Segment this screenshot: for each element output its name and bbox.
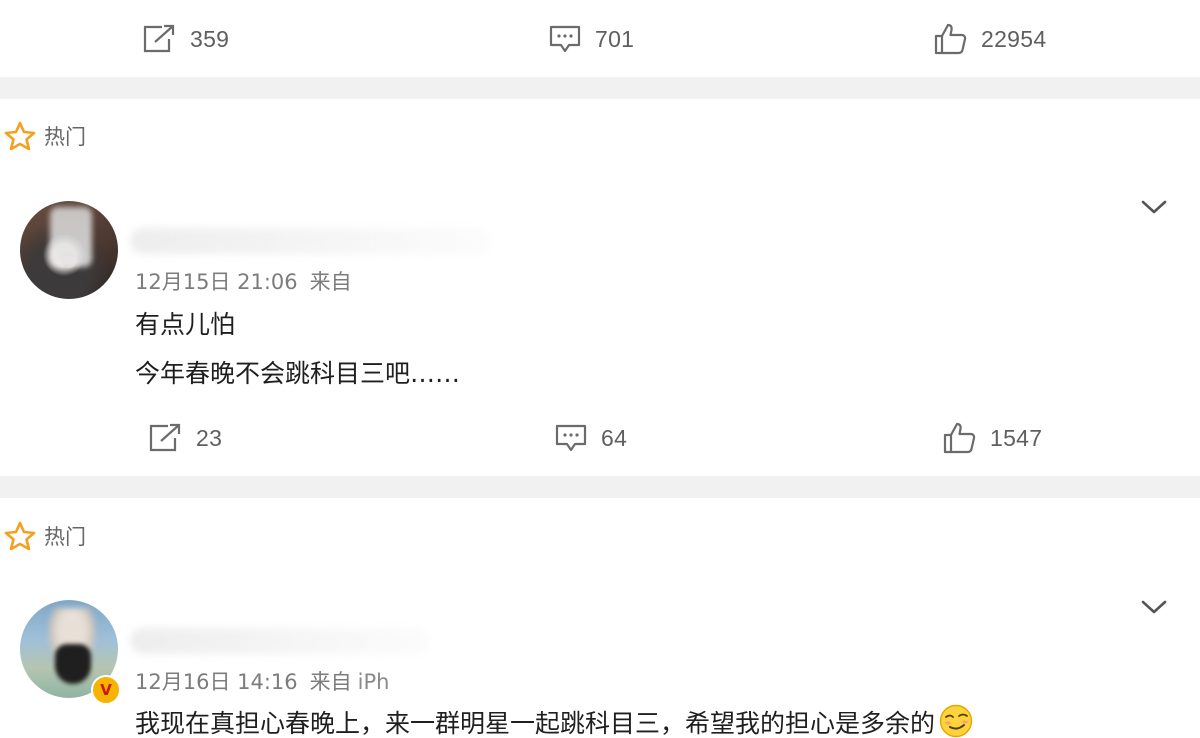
- comment-text-line: 我现在真担心春晚上，来一群明星一起跳科目三，希望我的担心是多余的: [135, 704, 973, 738]
- comment-text-line: 有点儿怕: [135, 310, 236, 339]
- repost-icon: [149, 423, 181, 452]
- comment-source-prefix: 来自: [309, 270, 352, 294]
- comment-text-line: 今年春晚不会跳科目三吧……: [135, 359, 461, 388]
- comment-count: 701: [595, 25, 635, 52]
- repost-button[interactable]: 359: [142, 17, 229, 61]
- like-icon: [943, 422, 976, 454]
- comment-meta: 12月15日 21:06 来自: [135, 266, 352, 296]
- like-icon: [934, 23, 967, 55]
- hot-label: 热门: [4, 121, 86, 151]
- comment-meta: 12月16日 14:16 来自 iPh: [135, 666, 389, 696]
- source-redacted: [360, 266, 520, 296]
- repost-icon: [143, 24, 175, 53]
- hot-label-text: 热门: [44, 525, 86, 549]
- comment-action-bar: 23 64 1547: [0, 416, 1200, 460]
- username-redacted: [130, 228, 490, 254]
- source-redacted: [392, 666, 632, 696]
- weibo-comments-page: 359 701 22954 热门 12月15日 21:06 来自 有点儿怕 今年…: [0, 0, 1200, 738]
- avatar[interactable]: [20, 201, 118, 299]
- smirk-emoji: [939, 704, 973, 738]
- comment-icon: [555, 424, 587, 452]
- star-icon: [4, 121, 36, 151]
- comment-date: 12月15日 21:06: [135, 270, 298, 294]
- comment-button[interactable]: 701: [549, 17, 634, 61]
- chevron-down-icon[interactable]: [1140, 198, 1168, 218]
- like-button[interactable]: 1547: [943, 416, 1042, 460]
- repost-count: 23: [196, 424, 223, 451]
- section-separator: [0, 77, 1200, 99]
- comment-icon: [549, 25, 581, 53]
- comment-source-device: iPh: [357, 670, 390, 694]
- repost-count: 359: [190, 25, 230, 52]
- repost-button[interactable]: 23: [148, 416, 222, 460]
- comment-text: 我现在真担心春晚上，来一群明星一起跳科目三，希望我的担心是多余的: [135, 709, 936, 738]
- comment-button[interactable]: 64: [555, 416, 627, 460]
- like-count: 1547: [990, 424, 1043, 451]
- chevron-down-icon[interactable]: [1140, 598, 1168, 618]
- post-action-bar: 359 701 22954: [0, 17, 1200, 61]
- hot-label: 热门: [4, 521, 86, 551]
- verified-badge-text: V: [100, 681, 112, 699]
- comment-count: 64: [601, 424, 628, 451]
- hot-label-text: 热门: [44, 125, 86, 149]
- star-icon: [4, 521, 36, 551]
- comment-source-prefix: 来自: [309, 670, 352, 694]
- section-separator: [0, 476, 1200, 498]
- like-button[interactable]: 22954: [934, 17, 1046, 61]
- like-count: 22954: [981, 25, 1047, 52]
- username-redacted: [130, 628, 430, 654]
- verified-badge-icon: V: [91, 675, 121, 705]
- comment-date: 12月16日 14:16: [135, 670, 298, 694]
